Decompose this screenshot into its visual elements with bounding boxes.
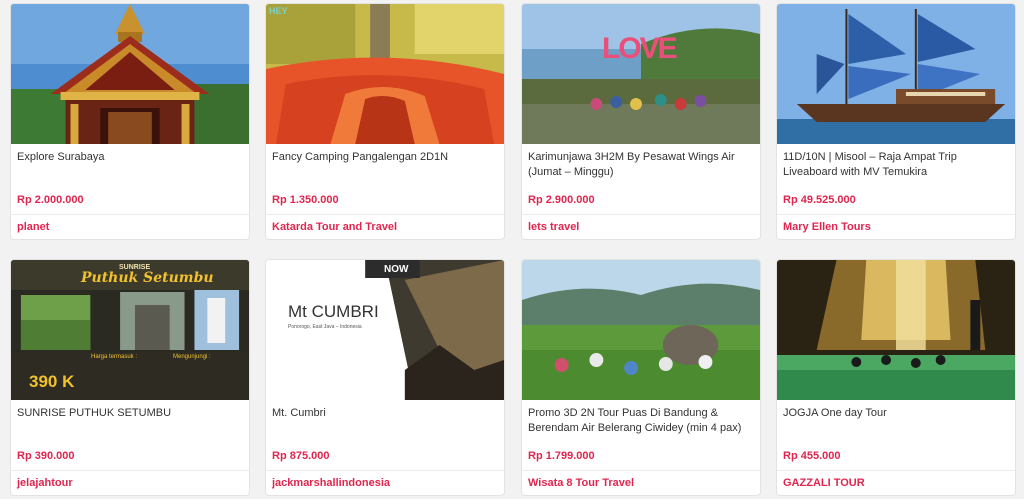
tour-image-cave[interactable]: [777, 260, 1015, 400]
love-sign-text: LOVE: [602, 32, 678, 65]
tour-vendor[interactable]: jelajahtour: [11, 471, 249, 495]
poster-script-text: Puthuk Setumbu: [81, 270, 214, 286]
tour-title[interactable]: Promo 3D 2N Tour Puas Di Bandung & Beren…: [522, 400, 760, 444]
tour-card[interactable]: Explore Surabaya Rp 2.000.000 planet: [10, 3, 250, 240]
tour-image-tea-plantation[interactable]: [522, 260, 760, 400]
tour-card[interactable]: 11D/10N | Misool – Raja Ampat Trip Livea…: [776, 3, 1016, 240]
image-caption-hey: HEY: [269, 6, 288, 16]
tour-card[interactable]: NOW Mt CUMBRI Ponorogo, East Java – Indo…: [265, 259, 505, 496]
tour-card[interactable]: HEY Fancy Camping Pangalengan 2D1N Rp 1.…: [265, 3, 505, 240]
tour-card[interactable]: SUNRISE Puthuk Setumbu 390 K Harga terma…: [10, 259, 250, 496]
tour-grid: Explore Surabaya Rp 2.000.000 planet HEY…: [0, 0, 1024, 499]
tour-image-sailboat[interactable]: [777, 4, 1015, 144]
tour-vendor[interactable]: Mary Ellen Tours: [777, 215, 1015, 239]
tour-price: Rp 2.900.000: [528, 194, 595, 206]
tour-price: Rp 875.000: [272, 450, 330, 462]
tour-vendor[interactable]: GAZZALI TOUR: [777, 471, 1015, 495]
tour-vendor[interactable]: Wisata 8 Tour Travel: [522, 471, 760, 495]
tour-image-poster-cumbri[interactable]: NOW Mt CUMBRI Ponorogo, East Java – Indo…: [266, 260, 504, 400]
tour-image-temple[interactable]: [11, 4, 249, 144]
poster-price-text: 390 K: [29, 372, 75, 391]
poster-badge: NOW: [384, 264, 409, 275]
tour-vendor[interactable]: jackmarshallindonesia: [266, 471, 504, 495]
tour-image-love-sign[interactable]: LOVE: [522, 4, 760, 144]
tour-title[interactable]: JOGJA One day Tour: [777, 400, 1015, 444]
tour-vendor[interactable]: lets travel: [522, 215, 760, 239]
tour-title[interactable]: Fancy Camping Pangalengan 2D1N: [266, 144, 504, 188]
tour-card[interactable]: Promo 3D 2N Tour Puas Di Bandung & Beren…: [521, 259, 761, 496]
tour-image-hammock[interactable]: HEY: [266, 4, 504, 144]
tour-title[interactable]: Mt. Cumbri: [266, 400, 504, 444]
tour-price: Rp 1.350.000: [272, 194, 339, 206]
tour-vendor[interactable]: Katarda Tour and Travel: [266, 215, 504, 239]
tour-card[interactable]: LOVE Karimunjawa 3H2M By Pesawat Wings A…: [521, 3, 761, 240]
tour-vendor[interactable]: planet: [11, 215, 249, 239]
tour-title[interactable]: Explore Surabaya: [11, 144, 249, 188]
tour-title[interactable]: 11D/10N | Misool – Raja Ampat Trip Livea…: [777, 144, 1015, 188]
poster-left-heading: Harga termasuk :: [91, 354, 138, 360]
poster-right-heading: Mengunjungi :: [173, 354, 211, 360]
tour-image-poster-setumbu[interactable]: SUNRISE Puthuk Setumbu 390 K Harga terma…: [11, 260, 249, 400]
tour-price: Rp 390.000: [17, 450, 75, 462]
tour-title[interactable]: SUNRISE PUTHUK SETUMBU: [11, 400, 249, 444]
tour-price: Rp 49.525.000: [783, 194, 856, 206]
tour-card[interactable]: JOGJA One day Tour Rp 455.000 GAZZALI TO…: [776, 259, 1016, 496]
poster-subheading: Ponorogo, East Java – Indonesia: [288, 324, 362, 330]
tour-price: Rp 2.000.000: [17, 194, 84, 206]
poster-heading: Mt CUMBRI: [288, 302, 379, 321]
tour-price: Rp 455.000: [783, 450, 841, 462]
tour-title[interactable]: Karimunjawa 3H2M By Pesawat Wings Air (J…: [522, 144, 760, 188]
tour-price: Rp 1.799.000: [528, 450, 595, 462]
